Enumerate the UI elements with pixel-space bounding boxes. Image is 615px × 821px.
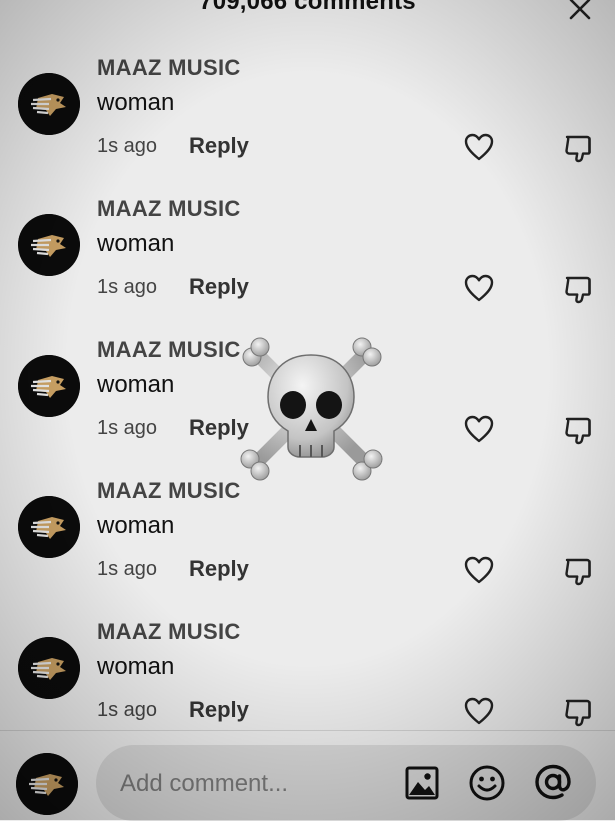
composer-divider	[0, 730, 615, 731]
dislike-icon[interactable]	[562, 272, 596, 306]
comments-count-title: 709,066 comments	[199, 0, 416, 15]
reply-button[interactable]: Reply	[189, 274, 249, 300]
comment-item: MAAZ MUSIC woman 1s ago Reply	[0, 196, 615, 337]
comment-timestamp: 1s ago	[97, 135, 158, 157]
composer-avatar	[16, 753, 78, 815]
comment-composer	[96, 745, 596, 821]
comments-header: 709,066 comments	[0, 0, 615, 20]
comment-timestamp: 1s ago	[97, 417, 158, 439]
avatar[interactable]	[18, 637, 80, 699]
reply-button[interactable]: Reply	[189, 697, 249, 723]
comment-text: woman	[97, 89, 175, 116]
comment-timestamp: 1s ago	[97, 276, 158, 298]
dislike-icon[interactable]	[562, 413, 596, 447]
add-comment-input[interactable]	[118, 763, 392, 805]
avatar[interactable]	[18, 496, 80, 558]
comment-item: MAAZ MUSIC woman 1s ago Reply	[0, 478, 615, 619]
comment-text: woman	[97, 230, 175, 257]
comment-username[interactable]: MAAZ MUSIC	[97, 337, 241, 363]
image-icon[interactable]	[404, 765, 440, 801]
comment-text: woman	[97, 371, 175, 398]
reply-button[interactable]: Reply	[189, 556, 249, 582]
heart-icon[interactable]	[463, 131, 495, 163]
comment-username[interactable]: MAAZ MUSIC	[97, 196, 241, 222]
avatar[interactable]	[18, 73, 80, 135]
at-mention-icon[interactable]	[532, 761, 574, 803]
dislike-icon[interactable]	[562, 554, 596, 588]
avatar[interactable]	[18, 355, 80, 417]
reply-button[interactable]: Reply	[189, 133, 249, 159]
comment-timestamp: 1s ago	[97, 699, 158, 721]
dislike-icon[interactable]	[562, 695, 596, 729]
close-icon[interactable]	[567, 0, 593, 22]
comment-item: MAAZ MUSIC woman 1s ago Reply	[0, 55, 615, 196]
comment-timestamp: 1s ago	[97, 558, 158, 580]
heart-icon[interactable]	[463, 554, 495, 586]
heart-icon[interactable]	[463, 695, 495, 727]
comment-username[interactable]: MAAZ MUSIC	[97, 619, 241, 645]
emoji-icon[interactable]	[468, 764, 506, 802]
avatar[interactable]	[18, 214, 80, 276]
heart-icon[interactable]	[463, 272, 495, 304]
comment-text: woman	[97, 653, 175, 680]
dislike-icon[interactable]	[562, 131, 596, 165]
comment-item: MAAZ MUSIC woman 1s ago Reply	[0, 619, 615, 760]
skull-crossbones-icon	[240, 337, 383, 481]
heart-icon[interactable]	[463, 413, 495, 445]
comment-username[interactable]: MAAZ MUSIC	[97, 55, 241, 81]
comment-text: woman	[97, 512, 175, 539]
comment-username[interactable]: MAAZ MUSIC	[97, 478, 241, 504]
